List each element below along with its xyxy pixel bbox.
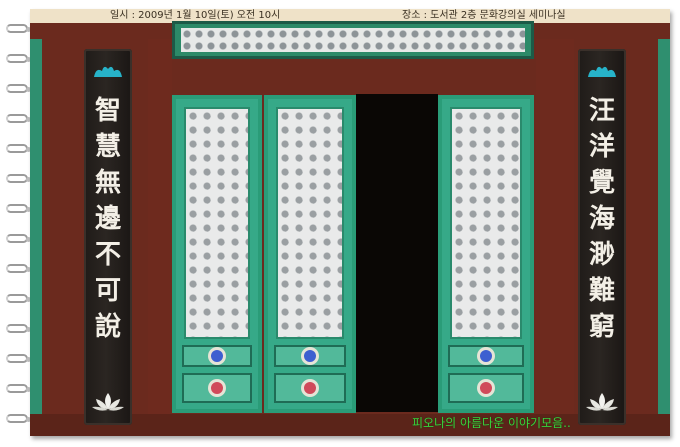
left-edge-door <box>30 39 42 425</box>
lattice-screen <box>184 107 250 339</box>
ring-icon <box>6 354 31 363</box>
plaque-char: 洋 <box>588 132 615 162</box>
door-ornament-panel <box>448 345 524 367</box>
right-calligraphy-plaque: 汪 洋 覺 海 渺 難 窮 <box>578 49 626 425</box>
door-ornament-panel <box>182 345 252 367</box>
door-ornament-panel <box>448 373 524 403</box>
right-edge-door <box>658 39 670 425</box>
temple-door-photo: 일시 : 2009년 1월 10일(토) 오전 10시 장소 : 도서관 2층 … <box>30 9 670 436</box>
lattice-door-1 <box>172 95 262 413</box>
ring-icon <box>6 264 31 273</box>
left-calligraphy-plaque: 智 慧 無 邊 不 可 說 <box>84 49 132 425</box>
plaque-char: 難 <box>588 276 615 306</box>
photo-frame: 일시 : 2009년 1월 10일(토) 오전 10시 장소 : 도서관 2층 … <box>0 0 680 447</box>
plaque-char: 渺 <box>588 240 615 270</box>
lotus-icon <box>586 393 618 411</box>
door-ornament-panel <box>274 373 346 403</box>
plaque-char: 不 <box>94 240 121 270</box>
ring-icon <box>6 54 31 63</box>
flower-ornament-icon <box>480 350 492 362</box>
left-plaque-text: 智 慧 無 邊 不 可 說 <box>84 93 132 345</box>
plaque-char: 智 <box>94 96 121 126</box>
ring-icon <box>6 84 31 93</box>
ring-icon <box>6 144 31 153</box>
wood-post-right <box>536 39 574 425</box>
plaque-char: 汪 <box>588 96 615 126</box>
plaque-char: 說 <box>94 312 121 342</box>
flower-ornament-icon <box>211 382 223 394</box>
upper-lattice-panel <box>172 21 534 59</box>
door-ornament-panel <box>274 345 346 367</box>
ring-icon <box>6 204 31 213</box>
door-ornament-panel <box>182 373 252 403</box>
right-plaque-text: 汪 洋 覺 海 渺 難 窮 <box>578 93 626 345</box>
plaque-char: 窮 <box>588 312 615 342</box>
flower-ornament-icon <box>304 350 316 362</box>
watermark-caption: 피오나의 아름다운 이야기모음.. <box>412 416 571 430</box>
upper-lattice-pattern <box>181 28 525 52</box>
lattice-screen <box>450 107 522 339</box>
plaque-char: 慧 <box>94 132 121 162</box>
plaque-char: 海 <box>588 204 615 234</box>
plaque-char: 無 <box>94 168 121 198</box>
flower-ornament-icon <box>304 382 316 394</box>
wood-post-left <box>148 39 172 425</box>
cloud-icon <box>588 66 616 77</box>
ring-icon <box>6 384 31 393</box>
lattice-door-3 <box>438 95 534 413</box>
plaque-char: 邊 <box>94 204 121 234</box>
plaque-char: 可 <box>94 276 121 306</box>
cloud-icon <box>94 66 122 77</box>
ring-icon <box>6 24 31 33</box>
lattice-door-2 <box>264 95 356 413</box>
ring-icon <box>6 174 31 183</box>
plaque-char: 覺 <box>588 168 615 198</box>
flower-ornament-icon <box>211 350 223 362</box>
ring-icon <box>6 114 31 123</box>
lotus-icon <box>92 393 124 411</box>
flower-ornament-icon <box>480 382 492 394</box>
lattice-screen <box>276 107 344 339</box>
ring-icon <box>6 414 31 423</box>
dark-doorway <box>356 94 438 412</box>
ring-icon <box>6 234 31 243</box>
ring-icon <box>6 324 31 333</box>
ring-icon <box>6 294 31 303</box>
